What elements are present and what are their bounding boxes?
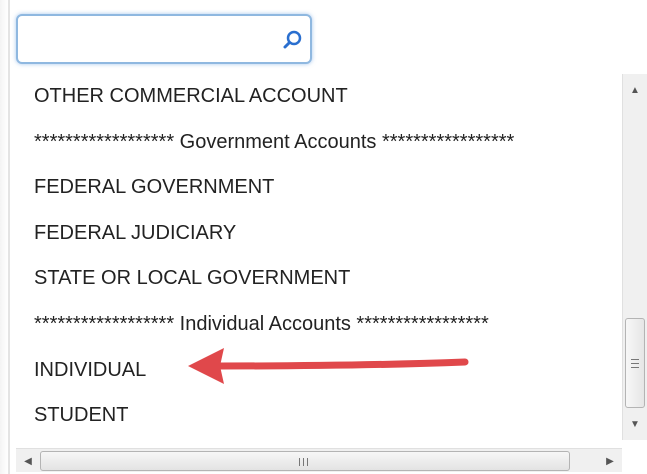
grip-line [631, 363, 639, 364]
search-input[interactable] [26, 26, 266, 54]
list-item-government-accounts-header[interactable]: ****************** Government Accounts *… [34, 120, 614, 166]
list-item-student[interactable]: STUDENT [34, 393, 614, 439]
left-edge [0, 0, 8, 474]
vertical-scroll-thumb[interactable] [625, 318, 645, 408]
vertical-scrollbar[interactable]: ▲ ▼ [622, 74, 647, 440]
list-item-other-commercial-account[interactable]: OTHER COMMERCIAL ACCOUNT [34, 74, 614, 120]
grip-line [631, 367, 639, 368]
scroll-left-icon[interactable]: ◀ [16, 449, 40, 473]
grip-line [631, 359, 639, 360]
list-item-federal-government[interactable]: FEDERAL GOVERNMENT [34, 165, 614, 211]
grip-line [303, 458, 304, 466]
scroll-up-icon[interactable]: ▲ [623, 78, 647, 102]
horizontal-scrollbar[interactable]: ◀ ▶ [16, 448, 622, 472]
search-box[interactable] [16, 14, 312, 64]
grip-line [299, 458, 300, 466]
horizontal-scroll-thumb[interactable] [40, 451, 570, 471]
list-item-federal-judiciary[interactable]: FEDERAL JUDICIARY [34, 211, 614, 257]
scroll-right-icon[interactable]: ▶ [598, 449, 622, 473]
grip-line [307, 458, 308, 466]
annotation-arrow-icon [188, 348, 469, 384]
search-icon[interactable] [282, 29, 304, 51]
list-item-state-or-local-government[interactable]: STATE OR LOCAL GOVERNMENT [34, 256, 614, 302]
scroll-down-icon[interactable]: ▼ [623, 412, 647, 436]
